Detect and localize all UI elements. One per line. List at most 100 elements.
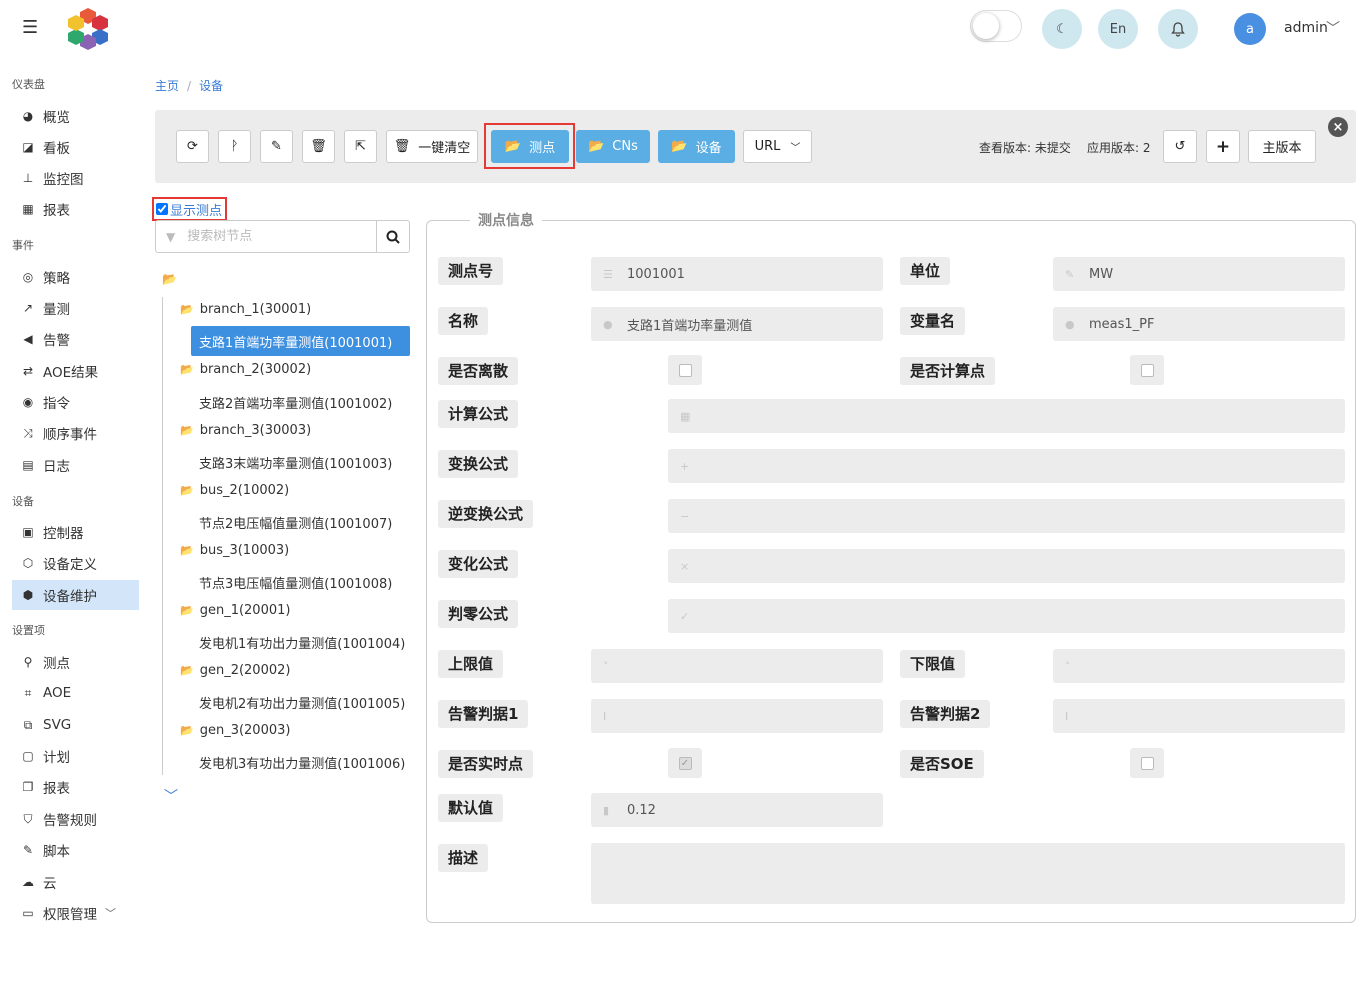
computed-checkbox[interactable]	[1130, 355, 1164, 385]
tree-node[interactable]: 📂 bus_2(10002)	[180, 483, 289, 498]
branch-button[interactable]: ᚹ	[218, 130, 251, 163]
clear-all-button[interactable]: 🗑 一键清空	[386, 130, 478, 163]
sidebar-item-report2[interactable]: ❐ 报表	[12, 772, 139, 802]
sidebar-item-script[interactable]: ✎ 脚本	[12, 835, 139, 865]
chevron-down-icon[interactable]: ﹀	[164, 786, 178, 806]
random-icon: ⤨	[23, 425, 33, 440]
show-points-check[interactable]	[156, 203, 168, 215]
sidebar-item-cloud[interactable]: ☁ 云	[12, 867, 139, 897]
points-button[interactable]: 📂 测点	[491, 130, 569, 163]
tree-node[interactable]: 📂 gen_2(20002)	[180, 663, 290, 678]
show-points-checkbox[interactable]: 显示测点	[152, 197, 227, 221]
view-version: 查看版本: 未提交	[979, 141, 1071, 155]
sidebar-item-controller[interactable]: ▣ 控制器	[12, 517, 139, 547]
tree-node[interactable]: 📂 gen_3(20003)	[180, 723, 290, 738]
desc-textarea[interactable]	[591, 843, 1345, 904]
sidebar-item-monitor[interactable]: ⊥ 监控图	[12, 163, 139, 193]
edit-button[interactable]: ✎	[260, 130, 293, 163]
folder-open-icon: 📂	[180, 544, 194, 557]
moon-icon[interactable]: ☾	[1042, 9, 1082, 49]
breadcrumb-current[interactable]: 设备	[199, 79, 223, 93]
url-dropdown[interactable]: URL ﹀	[743, 130, 812, 163]
avatar[interactable]: a	[1234, 13, 1266, 45]
bell-icon[interactable]	[1158, 9, 1198, 49]
cns-button[interactable]: 📂 CNs	[576, 130, 650, 163]
tree-leaf[interactable]: 发电机3有功出力量测值(1001006)	[191, 747, 410, 777]
tree-leaf[interactable]: 支路2首端功率量测值(1001002)	[191, 387, 410, 417]
tree-leaf-selected[interactable]: 支路1首端功率量测值(1001001)	[191, 326, 410, 356]
sidebar-item-alarm[interactable]: ◀ 告警	[12, 324, 139, 354]
sidebar-item-command[interactable]: ◉ 指令	[12, 387, 139, 417]
sidebar-item-soe[interactable]: ⤨ 顺序事件	[12, 418, 139, 448]
tree-node[interactable]: 📂 branch_2(30002)	[180, 362, 311, 377]
tree-leaf[interactable]: 发电机2有功出力量测值(1001005)	[191, 687, 410, 717]
tree-node[interactable]: 📂 branch_3(30003)	[180, 423, 311, 438]
tree-search-input[interactable]	[187, 229, 358, 244]
tree-node[interactable]: 📂 gen_1(20001)	[180, 603, 290, 618]
unit-field[interactable]: ✎ MW	[1053, 257, 1345, 291]
tree-leaf[interactable]: 发电机1有功出力量测值(1001004)	[191, 627, 410, 657]
tree-node[interactable]: 📂 bus_3(10003)	[180, 543, 289, 558]
folder-open-icon: 📂	[671, 139, 688, 154]
alarm2-field[interactable]: I	[1053, 699, 1345, 733]
discrete-checkbox[interactable]	[668, 355, 702, 385]
zero-formula-field[interactable]: ✓	[668, 599, 1345, 633]
sidebar-item-alarm-rule[interactable]: ⛉ 告警规则	[12, 804, 139, 834]
sidebar-item-device-maint[interactable]: ⬢ 设备维护	[12, 580, 139, 610]
undo-button[interactable]: ↺	[1163, 130, 1197, 163]
tree-leaf[interactable]: 支路3末端功率量测值(1001003)	[191, 447, 410, 477]
search-button[interactable]	[376, 220, 410, 253]
sidebar-item-strategy[interactable]: ◎ 策略	[12, 262, 139, 292]
delete-button[interactable]: 🗑	[302, 130, 335, 163]
sidebar-item-plan[interactable]: ▢ 计划	[12, 741, 139, 771]
inv-formula-label: 逆变换公式	[438, 500, 534, 528]
unit-label: 单位	[900, 257, 951, 285]
sidebar-item-measure[interactable]: ↗ 量测	[12, 293, 139, 323]
tree-node[interactable]: 📂 branch_1(30001)	[180, 302, 311, 317]
folder-open-icon: 📂	[180, 303, 194, 316]
var-field[interactable]: ● meas1_PF	[1053, 307, 1345, 341]
inv-formula-field[interactable]: −	[668, 499, 1345, 533]
chevron-down-icon[interactable]: ﹀	[1326, 18, 1340, 38]
sidebar-item-overview[interactable]: ◕ 概览	[12, 101, 139, 131]
language-button[interactable]: En	[1098, 9, 1138, 49]
default-field[interactable]: ▮ 0.12	[591, 793, 883, 827]
name-field[interactable]: ● 支路1首端功率量测值	[591, 307, 883, 341]
folder-open-icon[interactable]: 📂	[162, 272, 177, 286]
user-name[interactable]: admin	[1284, 20, 1328, 36]
devices-button[interactable]: 📂 设备	[658, 130, 735, 163]
soe-checkbox[interactable]	[1130, 748, 1164, 778]
tree-leaf[interactable]: 节点2电压幅值量测值(1001007)	[191, 507, 410, 537]
hamburger-icon[interactable]: ☰	[22, 18, 44, 38]
trans-formula-field[interactable]: +	[668, 449, 1345, 483]
sidebar-item-svg[interactable]: ⧉ SVG	[12, 710, 139, 740]
tree-leaf[interactable]: 节点3电压幅值量测值(1001008)	[191, 567, 410, 597]
calc-formula-field[interactable]: ▦	[668, 399, 1345, 433]
sidebar-item-permission[interactable]: ▭ 权限管理 ﹀	[12, 898, 139, 928]
refresh-button[interactable]: ⟳	[176, 130, 209, 163]
alarm1-field[interactable]: I	[591, 699, 883, 733]
breadcrumb-home[interactable]: 主页	[155, 79, 179, 93]
realtime-checkbox[interactable]: ✓	[668, 748, 702, 778]
main-version-button[interactable]: 主版本	[1248, 130, 1316, 163]
upper-field[interactable]: ˅	[591, 649, 883, 683]
theme-toggle[interactable]	[970, 10, 1022, 42]
trash-icon: 🗑	[310, 139, 327, 154]
point-no-field[interactable]: ☰ 1001001	[591, 257, 883, 291]
sidebar-item-log[interactable]: ▤ 日志	[12, 450, 139, 480]
sidebar-item-device-def[interactable]: ⬡ 设备定义	[12, 548, 139, 578]
change-formula-field[interactable]: ×	[668, 549, 1345, 583]
sidebar-item-points[interactable]: ⚲ 测点	[12, 647, 139, 677]
close-icon[interactable]: ×	[1328, 117, 1348, 137]
sidebar-item-aoe[interactable]: ⌗ AOE	[12, 678, 139, 708]
sidebar-item-board[interactable]: ◪ 看板	[12, 132, 139, 162]
export-button[interactable]: ⇱	[344, 130, 377, 163]
lower-field[interactable]: ˄	[1053, 649, 1345, 683]
realtime-label: 是否实时点	[438, 750, 534, 778]
sidebar-item-aoe-result[interactable]: ⇄ AOE结果	[12, 356, 139, 386]
desc-label: 描述	[438, 844, 489, 872]
sidebar-item-report[interactable]: ▦ 报表	[12, 194, 139, 224]
tree-guide-line	[162, 297, 163, 775]
add-button[interactable]: +	[1206, 130, 1240, 163]
tree-search-field[interactable]: ▼	[155, 220, 377, 253]
